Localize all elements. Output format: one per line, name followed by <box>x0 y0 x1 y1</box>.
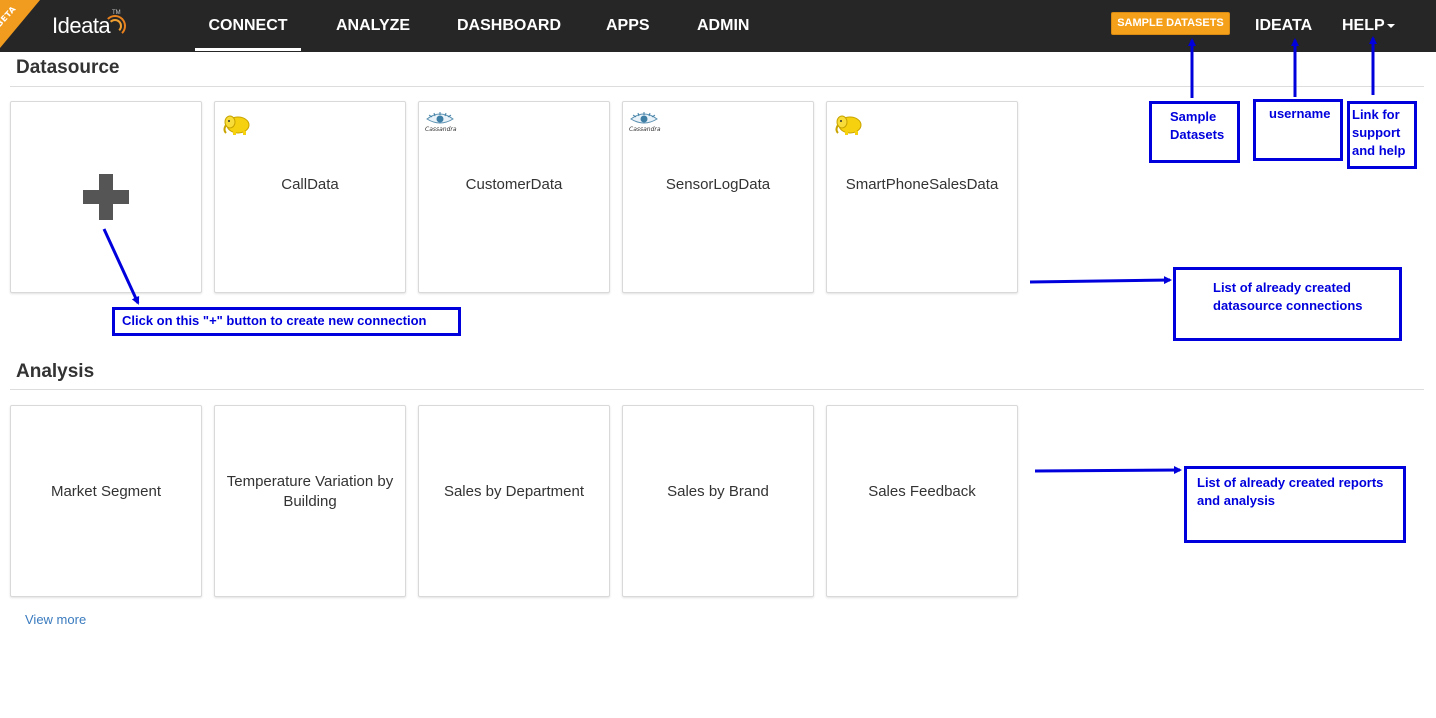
analysis-card-label: Market Segment <box>50 483 162 500</box>
hadoop-elephant-icon <box>835 115 862 135</box>
annotation-username: username <box>1253 99 1343 161</box>
caret-down-icon <box>1386 23 1395 28</box>
sample-datasets-button[interactable]: SAMPLE DATASETS <box>1111 12 1230 35</box>
nav-apps[interactable]: APPS <box>606 0 650 52</box>
analysis-card[interactable]: Market Segment <box>10 405 202 597</box>
analysis-card-label: Sales Feedback <box>868 483 976 500</box>
analysis-card-label: Temperature Variation by Building <box>226 473 394 510</box>
annotation-sample-datasets: Sample Datasets <box>1149 101 1240 163</box>
analysis-card[interactable]: Sales by Department <box>418 405 610 597</box>
analysis-heading: Analysis <box>16 361 95 382</box>
datasource-card-label: SmartPhoneSalesData <box>845 176 999 193</box>
analysis-card[interactable]: Sales by Brand <box>622 405 814 597</box>
arrow-datasource-list <box>1029 276 1172 285</box>
datasource-divider <box>10 86 1424 87</box>
datasource-card[interactable]: SmartPhoneSalesData <box>826 101 1018 293</box>
nav-connect[interactable]: CONNECT <box>195 0 301 51</box>
top-navbar: BETA Ideata TM CONNECT ANALYZE DASHBOARD… <box>0 0 1436 52</box>
help-label: HELP <box>1342 17 1385 34</box>
logo-swirl-icon <box>102 13 128 39</box>
analysis-card-label: Sales by Brand <box>667 483 769 500</box>
analysis-divider <box>10 389 1424 390</box>
datasource-heading: Datasource <box>16 57 120 78</box>
cassandra-eye-icon: Cassandra <box>629 112 661 134</box>
annotation-help: Link for support and help <box>1347 101 1417 169</box>
nav-analyze[interactable]: ANALYZE <box>336 0 410 52</box>
datasource-card[interactable]: Cassandra CustomerData <box>418 101 610 293</box>
datasource-card-label: CallData <box>281 176 339 193</box>
analysis-card[interactable]: Temperature Variation by Building <box>214 405 406 597</box>
cassandra-eye-icon: Cassandra <box>425 112 457 134</box>
annotation-analysis-list: List of already created reports and anal… <box>1184 466 1406 543</box>
view-more-link[interactable]: View more <box>25 612 86 627</box>
annotation-plus: Click on this "+" button to create new c… <box>112 307 461 336</box>
add-datasource-card[interactable] <box>10 101 202 293</box>
datasource-card-label: CustomerData <box>465 176 563 193</box>
logo-trademark: TM <box>112 10 121 16</box>
beta-ribbon: BETA <box>0 0 40 48</box>
analysis-card-label: Sales by Department <box>443 483 585 500</box>
user-menu[interactable]: IDEATA <box>1255 0 1312 52</box>
datasource-card-label: SensorLogData <box>665 176 771 193</box>
nav-dashboard[interactable]: DASHBOARD <box>457 0 561 52</box>
datasource-card[interactable]: CallData <box>214 101 406 293</box>
datasource-card[interactable]: Cassandra SensorLogData <box>622 101 814 293</box>
help-menu[interactable]: HELP <box>1342 0 1395 52</box>
annotation-datasource-list: List of already created datasource conne… <box>1173 267 1402 341</box>
nav-admin[interactable]: ADMIN <box>697 0 749 52</box>
arrow-analysis-list <box>1034 466 1182 475</box>
hadoop-elephant-icon <box>223 115 250 135</box>
analysis-card[interactable]: Sales Feedback <box>826 405 1018 597</box>
